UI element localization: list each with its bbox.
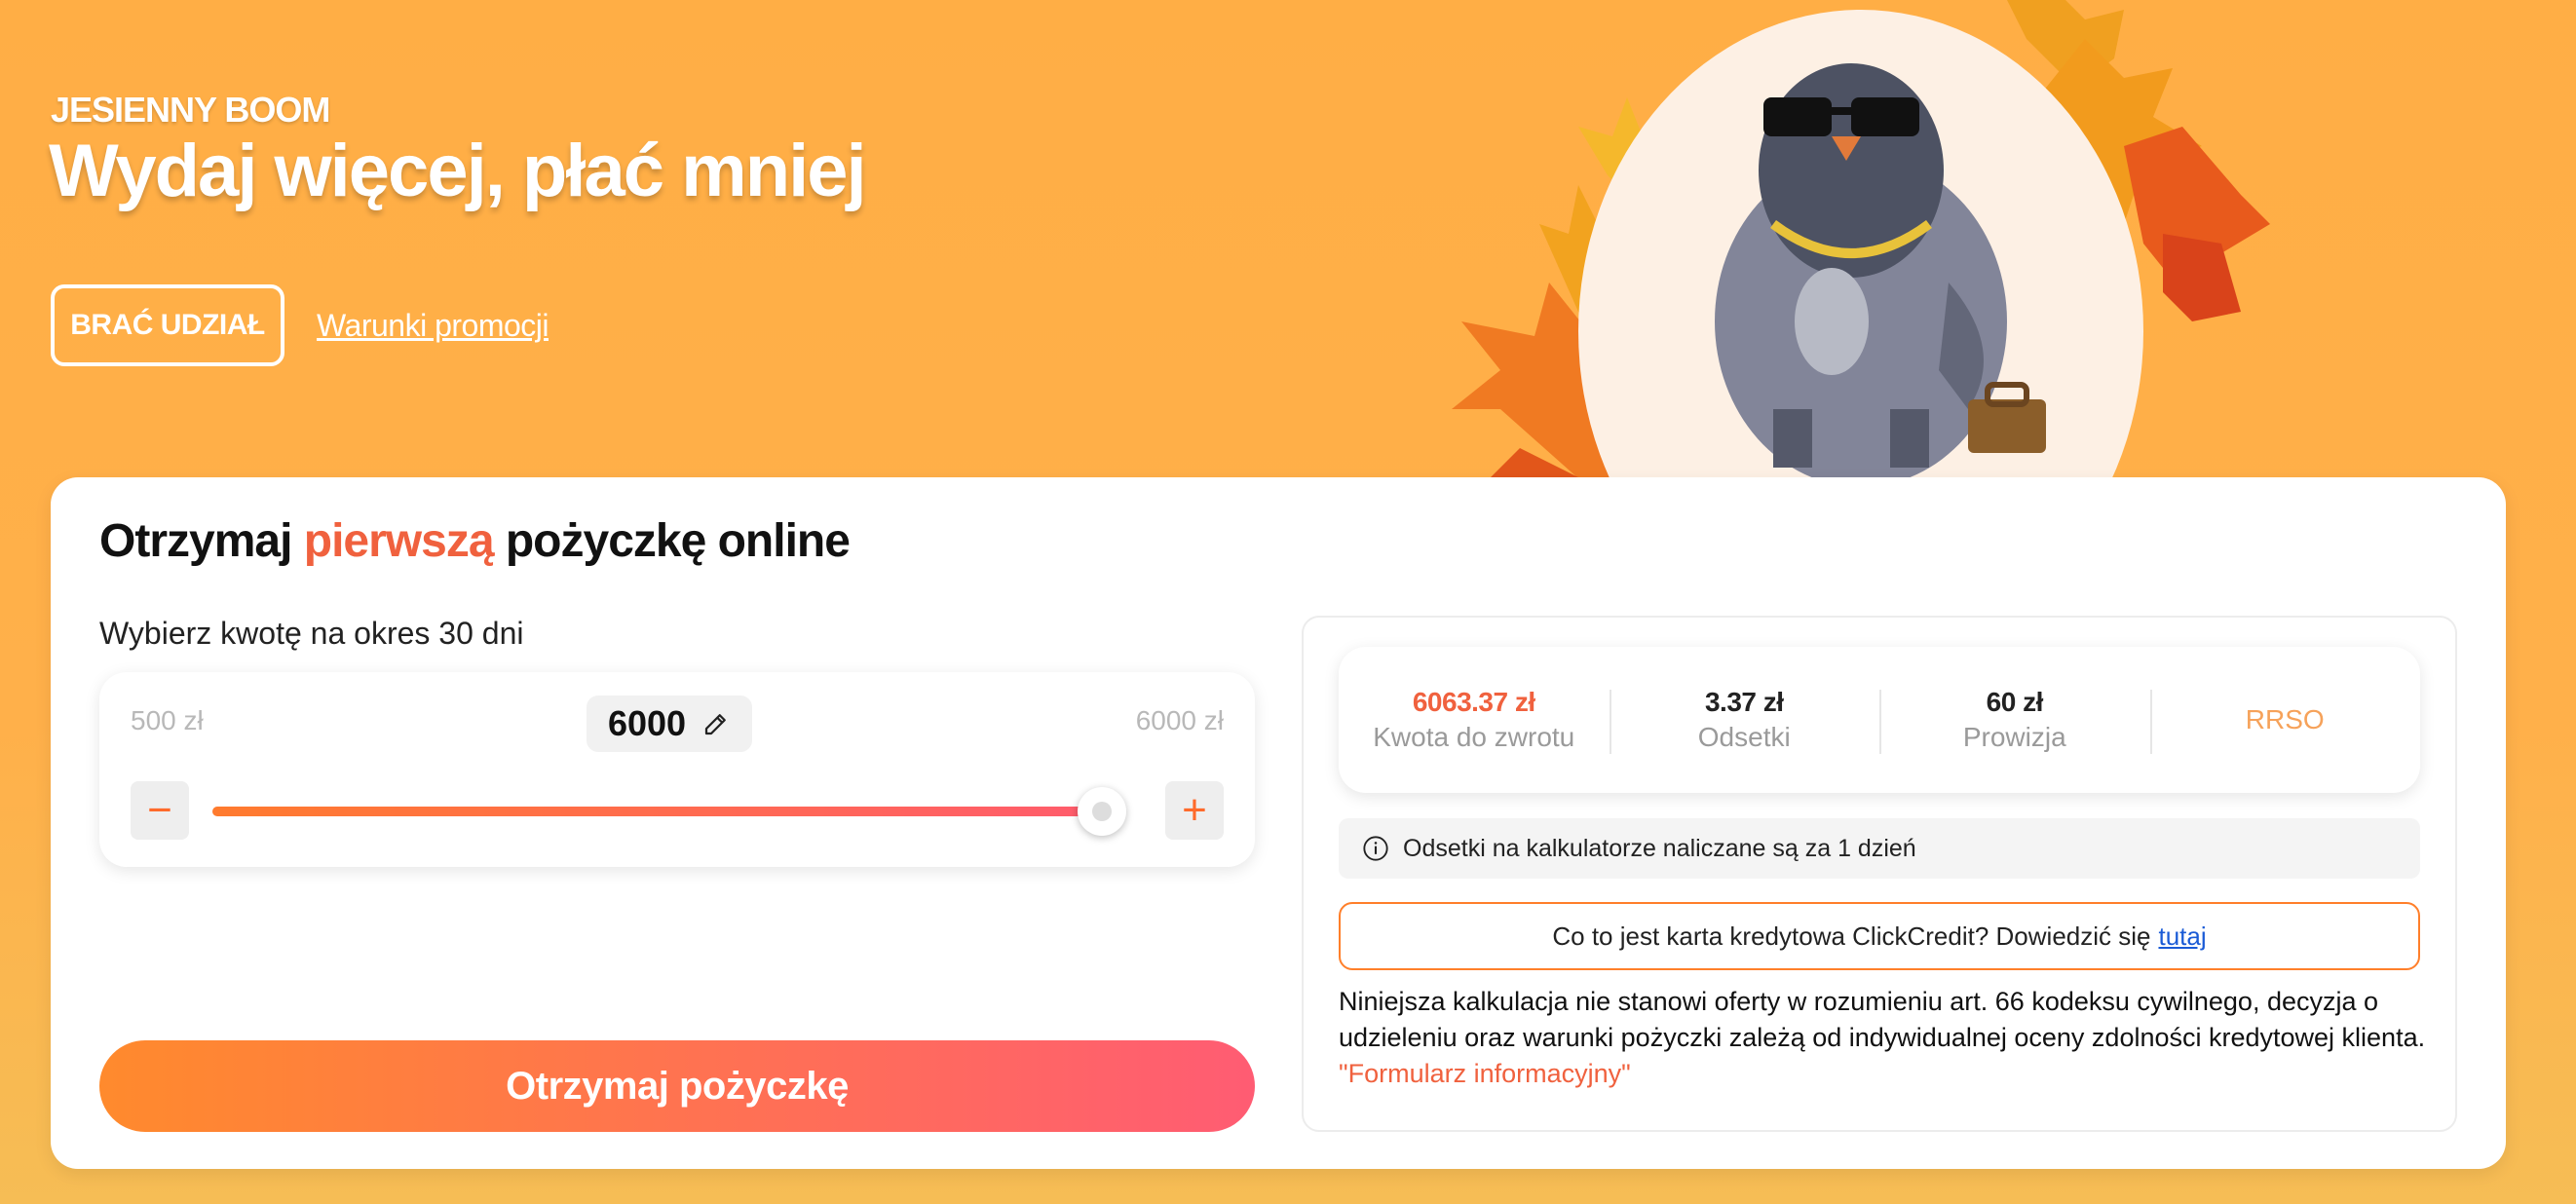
- disclaimer-body: Niniejsza kalkulacja nie stanowi oferty …: [1339, 987, 2426, 1052]
- get-loan-button[interactable]: Otrzymaj pożyczkę: [99, 1040, 1255, 1132]
- amount-slider-handle[interactable]: [1078, 787, 1126, 836]
- promo-title: Wydaj więcej, płać mniej: [49, 130, 867, 212]
- min-amount-label: 500 zł: [131, 705, 204, 735]
- title-end: pożyczkę online: [493, 515, 851, 567]
- commission-value: 60 zł: [1986, 687, 2044, 717]
- loan-summary-panel: 6063.37 zł Kwota do zwrotu 3.37 zł Odset…: [1302, 616, 2457, 1132]
- credit-card-info-box: Co to jest karta kredytowa ClickCredit? …: [1339, 902, 2420, 970]
- amount-slider-fill: [212, 807, 1120, 816]
- interest-caption: Odsetki: [1697, 722, 1791, 752]
- promo-tag: JESIENNY BOOM: [51, 90, 330, 130]
- stat-rrso[interactable]: RRSO: [2149, 686, 2421, 754]
- amount-slider-track[interactable]: [212, 807, 1120, 816]
- commission-caption: Prowizja: [1962, 722, 2066, 752]
- loan-stats-row: 6063.37 zł Kwota do zwrotu 3.37 zł Odset…: [1339, 647, 2420, 793]
- credit-card-info-text: Co to jest karta kredytowa ClickCredit? …: [1552, 921, 2151, 951]
- disclaimer-text: Niniejsza kalkulacja nie stanowi oferty …: [1339, 984, 2430, 1092]
- credit-card-info-link[interactable]: tutaj: [2158, 922, 2206, 952]
- slider-handle-dot: [1092, 802, 1112, 821]
- amount-slider-panel: 500 zł 6000 6000 zł − +: [99, 672, 1255, 867]
- interest-info-text: Odsetki na kalkulatorze naliczane są za …: [1403, 834, 1916, 862]
- amount-value: 6000: [607, 703, 687, 743]
- amount-input[interactable]: 6000: [587, 696, 752, 752]
- title-accent: pierwszą: [303, 515, 495, 567]
- calculator-title: Otrzymaj pierwszą pożyczkę online: [99, 514, 851, 568]
- max-amount-label: 6000 zł: [1135, 705, 1224, 735]
- information-form-link[interactable]: "Formularz informacyjny": [1339, 1059, 1631, 1088]
- promo-terms-link[interactable]: Warunki promocji: [317, 308, 549, 344]
- pencil-icon[interactable]: [701, 709, 731, 738]
- period-label: Wybierz kwotę na okres 30 dni: [99, 616, 524, 651]
- pigeon-mascot-illustration: [1452, 0, 2270, 487]
- rrso-label[interactable]: RRSO: [2150, 704, 2421, 735]
- interest-info-bar: Odsetki na kalkulatorze naliczane są za …: [1339, 818, 2420, 879]
- decrease-amount-button[interactable]: −: [131, 781, 189, 840]
- stat-interest: 3.37 zł Odsetki: [1609, 686, 1880, 754]
- increase-amount-button[interactable]: +: [1165, 781, 1224, 840]
- stat-repayment: 6063.37 zł Kwota do zwrotu: [1339, 686, 1610, 754]
- repayment-caption: Kwota do zwrotu: [1373, 722, 1575, 752]
- info-icon: [1363, 836, 1388, 861]
- interest-value: 3.37 zł: [1704, 687, 1784, 717]
- title-start: Otrzymaj: [99, 515, 304, 567]
- loan-calculator-card: Otrzymaj pierwszą pożyczkę online Wybier…: [51, 477, 2506, 1169]
- repayment-value: 6063.37 zł: [1412, 687, 1535, 717]
- stat-commission: 60 zł Prowizja: [1879, 686, 2150, 754]
- join-promo-button[interactable]: BRAĆ UDZIAŁ: [51, 284, 284, 366]
